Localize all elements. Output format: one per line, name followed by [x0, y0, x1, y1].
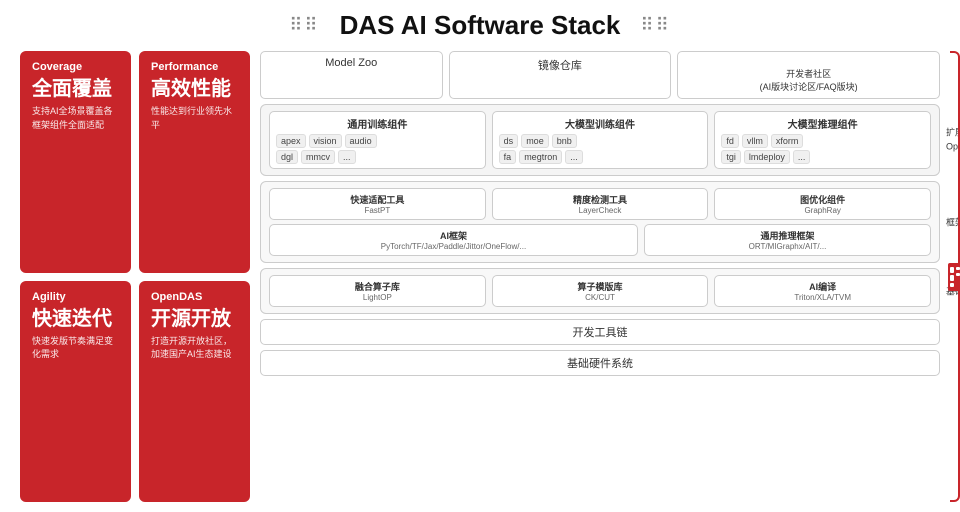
- fw-row2: AI框架 PyTorch/TF/Jax/Paddle/Jittor/OneFlo…: [269, 224, 931, 256]
- ext-llm-train: 大模型训练组件 ds moe bnb fa megtron ...: [492, 111, 709, 169]
- tag-ds: ds: [499, 134, 519, 148]
- dots-right: ⠿⠿: [640, 15, 670, 36]
- ext-layer: 通用训练组件 apex vision audio dgl mmcv ...: [260, 104, 940, 176]
- base-ai-compile: AI编译 Triton/XLA/TVM: [714, 275, 931, 307]
- tag-tgi: tgi: [721, 150, 741, 164]
- tag-vision: vision: [309, 134, 342, 148]
- tag-audio: audio: [345, 134, 377, 148]
- ext-tags-row1-0: apex vision audio: [276, 134, 479, 148]
- top-services-row: Model Zoo 镜像仓库 开发者社区 (AI版块讨论区/FAQ版块): [260, 51, 940, 99]
- ext-tags-row1-2: fd vllm xform: [721, 134, 924, 148]
- title-row: ⠿⠿ DAS AI Software Stack ⠿⠿: [20, 10, 940, 41]
- tag-moe: moe: [521, 134, 549, 148]
- tag-dots1: ...: [565, 150, 583, 164]
- tag-megtron: megtron: [519, 150, 562, 164]
- fw-layer: 快速适配工具 FastPT 精度检测工具 LayerCheck 图优化组件 Gr…: [260, 181, 940, 263]
- ext-tags-row2-2: tgi lmdeploy ...: [721, 150, 924, 164]
- page: ⠿⠿ DAS AI Software Stack ⠿⠿ Coverage 全面覆…: [0, 0, 960, 512]
- card-coverage-label: Coverage: [32, 61, 119, 73]
- left-top: Coverage 全面覆盖 支持AI全场景覆盖各框架组件全面适配 Perform…: [20, 51, 250, 273]
- fw-layercheck: 精度检测工具 LayerCheck: [492, 188, 709, 220]
- card-agility-title: 快速迭代: [32, 307, 119, 331]
- left-panel: Coverage 全面覆盖 支持AI全场景覆盖各框架组件全面适配 Perform…: [20, 51, 250, 502]
- ext-sections: 通用训练组件 apex vision audio dgl mmcv ...: [269, 111, 931, 169]
- card-coverage: Coverage 全面覆盖 支持AI全场景覆盖各框架组件全面适配: [20, 51, 131, 273]
- service-community: 开发者社区 (AI版块讨论区/FAQ版块): [677, 51, 940, 99]
- tag-vllm: vllm: [742, 134, 768, 148]
- service-model-zoo: Model Zoo: [260, 51, 443, 99]
- fw-graphray: 图优化组件 GraphRay: [714, 188, 931, 220]
- base-ck-cut: 算子模版库 CK/CUT: [492, 275, 709, 307]
- fw-row1: 快速适配工具 FastPT 精度检测工具 LayerCheck 图优化组件 Gr…: [269, 188, 931, 220]
- dots-left: ⠿⠿: [289, 15, 319, 36]
- tag-dots2: ...: [793, 150, 811, 164]
- tag-bnb: bnb: [552, 134, 577, 148]
- ext-tags-row1-1: ds moe bnb: [499, 134, 702, 148]
- card-agility: Agility 快速迭代 快速发版节奏满足变化需求: [20, 281, 131, 503]
- tag-apex: apex: [276, 134, 306, 148]
- tag-dots0: ...: [338, 150, 356, 164]
- fw-infer-framework: 通用推理框架 ORT/MIGraphx/AIT/...: [644, 224, 931, 256]
- fw-fastpt: 快速适配工具 FastPT: [269, 188, 486, 220]
- ext-general-train: 通用训练组件 apex vision audio dgl mmcv ...: [269, 111, 486, 169]
- card-opendas-desc: 打造开源开放社区，加速国产AI生态建设: [151, 335, 238, 362]
- base-row: 融合算子库 LightOP 算子模版库 CK/CUT AI编译 Triton/X…: [269, 275, 931, 307]
- fw-ai-framework: AI框架 PyTorch/TF/Jax/Paddle/Jittor/OneFlo…: [269, 224, 638, 256]
- tag-dgl: dgl: [276, 150, 298, 164]
- service-mirror: 镜像仓库: [449, 51, 672, 99]
- tag-xform: xform: [771, 134, 804, 148]
- card-performance-label: Performance: [151, 61, 238, 73]
- base-layer: 融合算子库 LightOP 算子模版库 CK/CUT AI编译 Triton/X…: [260, 268, 940, 314]
- ext-llm-infer: 大模型推理组件 fd vllm xform tgi lmdeploy ...: [714, 111, 931, 169]
- card-coverage-title: 全面覆盖: [32, 77, 119, 101]
- tag-lmdeploy: lmdeploy: [744, 150, 790, 164]
- card-opendas-label: OpenDAS: [151, 291, 238, 303]
- das-logo-area: DAS: [948, 263, 960, 291]
- content-area: Coverage 全面覆盖 支持AI全场景覆盖各框架组件全面适配 Perform…: [20, 51, 940, 502]
- card-agility-desc: 快速发版节奏满足变化需求: [32, 335, 119, 362]
- card-performance-title: 高效性能: [151, 77, 238, 101]
- ext-tags-row2-0: dgl mmcv ...: [276, 150, 479, 164]
- main-title: DAS AI Software Stack: [340, 10, 621, 41]
- card-performance: Performance 高效性能 性能达到行业领先水平: [139, 51, 250, 273]
- bottom-bar-hardware: 基础硬件系统: [260, 350, 940, 376]
- tag-mmcv: mmcv: [301, 150, 335, 164]
- card-coverage-desc: 支持AI全场景覆盖各框架组件全面适配: [32, 105, 119, 132]
- bottom-bar-devtools: 开发工具链: [260, 319, 940, 345]
- base-lightop: 融合算子库 LightOP: [269, 275, 486, 307]
- card-performance-desc: 性能达到行业领先水平: [151, 105, 238, 132]
- tag-fd: fd: [721, 134, 739, 148]
- card-opendas-title: 开源开放: [151, 307, 238, 331]
- left-bottom: Agility 快速迭代 快速发版节奏满足变化需求 OpenDAS 开源开放 打…: [20, 281, 250, 503]
- das-icon: [948, 263, 960, 291]
- stack-area: Model Zoo 镜像仓库 开发者社区 (AI版块讨论区/FAQ版块) 通用训…: [260, 51, 940, 502]
- card-agility-label: Agility: [32, 291, 119, 303]
- card-opendas: OpenDAS 开源开放 打造开源开放社区，加速国产AI生态建设: [139, 281, 250, 503]
- tag-fa: fa: [499, 150, 517, 164]
- ext-tags-row2-1: fa megtron ...: [499, 150, 702, 164]
